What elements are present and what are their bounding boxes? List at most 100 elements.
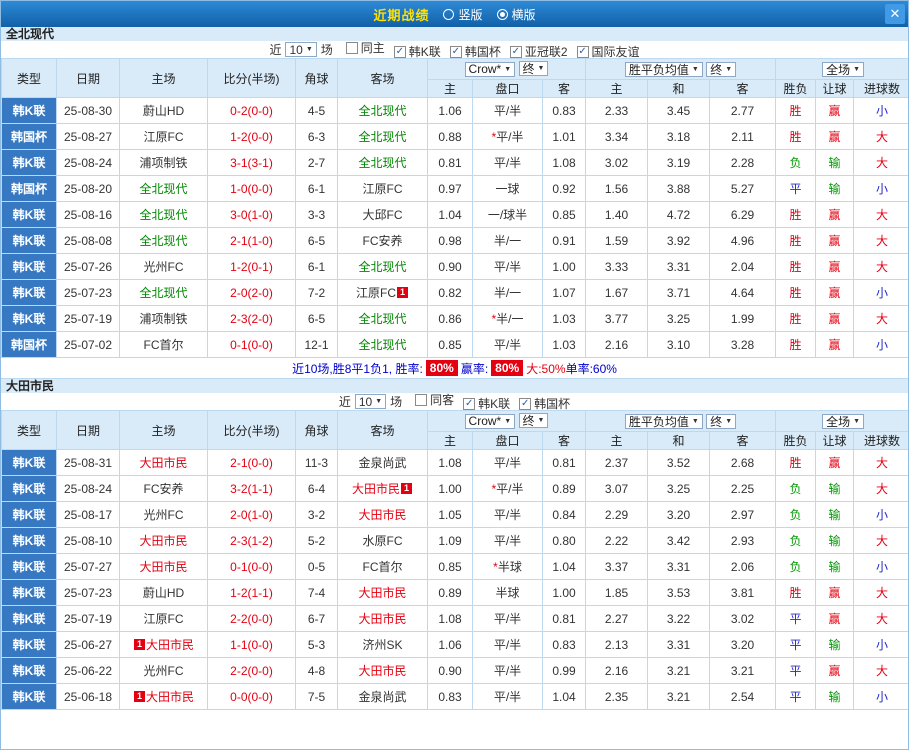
result-handicap-cell: 输 <box>815 527 855 554</box>
red-card-badge: 1 <box>133 639 145 650</box>
chevron-down-icon: ▼ <box>691 417 699 425</box>
radio-icon <box>443 8 455 20</box>
avg-type-select[interactable]: 胜平负均值 ▼ <box>624 61 703 77</box>
avg-type-select[interactable]: 胜平负均值 ▼ <box>624 413 703 429</box>
team-name[interactable]: FC安养 <box>363 234 403 248</box>
result-wdl-cell: 胜 <box>775 253 817 280</box>
checkbox-icon <box>345 41 358 54</box>
scope-select[interactable]: 全场 ▼ <box>822 61 865 77</box>
team-name[interactable]: 全北现代 <box>139 208 187 222</box>
score-cell: 1-2(0-1) <box>207 253 296 280</box>
team-name[interactable]: 大田市民 <box>139 560 187 574</box>
team-name[interactable]: 全北现代 <box>358 312 406 326</box>
team-name[interactable]: 全北现代 <box>358 156 406 170</box>
team-name[interactable]: 全北现代 <box>139 182 187 196</box>
avg-draw-cell: 3.19 <box>647 149 711 176</box>
match-count-select[interactable]: 10 ▼ <box>354 394 387 409</box>
avg-draw-cell: 4.72 <box>647 201 711 228</box>
odds-handicap-cell: 平/半 <box>472 631 543 658</box>
odds-away-cell: 1.00 <box>541 579 587 606</box>
team-name[interactable]: 全北现代 <box>139 234 187 248</box>
team-name[interactable]: 济州SK <box>362 638 402 652</box>
result-handicap-cell: 输 <box>815 631 855 658</box>
away-team-cell: 大田市民 <box>337 501 428 528</box>
team-name[interactable]: 大田市民 <box>139 456 187 470</box>
team-name[interactable]: 蔚山HD <box>143 586 184 600</box>
match-count-select[interactable]: 10 ▼ <box>285 42 317 57</box>
filter-checkbox[interactable]: ✓ 韩K联 <box>463 395 510 412</box>
team-name[interactable]: 全北现代 <box>139 286 187 300</box>
odds-home-cell: 0.82 <box>427 279 473 306</box>
team-name[interactable]: 大田市民 <box>358 508 406 522</box>
result-wdl-cell: 胜 <box>775 97 817 124</box>
team-name[interactable]: 大田市民 <box>358 612 406 626</box>
team-name[interactable]: 蔚山HD <box>143 104 184 118</box>
team-name[interactable]: 水原FC <box>363 534 403 548</box>
scope-select[interactable]: 全场 ▼ <box>822 413 865 429</box>
team-name[interactable]: 江原FC <box>356 286 396 300</box>
team-name[interactable]: 江原FC <box>363 182 403 196</box>
odds-stage-select[interactable]: 终 ▼ <box>518 61 549 77</box>
team-name[interactable]: 大田市民 <box>146 690 194 704</box>
result-wdl-cell: 负 <box>775 475 817 502</box>
col-avg-draw: 和 <box>647 79 711 98</box>
team-name[interactable]: 浦项制铁 <box>139 312 187 326</box>
match-row: 韩国杯 25-08-27 江原FC 1-2(0-0) 6-3 全北现代 0.88 *平/半 1.… <box>1 123 908 150</box>
team-name[interactable]: 江原FC <box>144 130 184 144</box>
team-name[interactable]: 大田市民 <box>139 534 187 548</box>
avg-draw-cell: 3.42 <box>647 527 711 554</box>
team-name[interactable]: 金泉尚武 <box>358 456 406 470</box>
team-name[interactable]: 江原FC <box>144 612 184 626</box>
team-name[interactable]: FC首尔 <box>144 338 184 352</box>
date-cell: 25-06-22 <box>56 657 120 684</box>
corner-cell: 5-3 <box>295 631 338 658</box>
home-team-cell: 江原FC <box>119 123 208 150</box>
filter-checkbox[interactable]: ✓ 国际友谊 <box>576 43 640 60</box>
filter-checkbox[interactable]: ✓ 亚冠联2 <box>509 43 568 60</box>
filter-checkbox[interactable]: ✓ 韩K联 <box>393 43 441 60</box>
avg-draw-cell: 3.10 <box>647 331 711 358</box>
team-name[interactable]: 光州FC <box>144 508 184 522</box>
team-name[interactable]: 全北现代 <box>358 130 406 144</box>
result-wdl-cell: 平 <box>775 657 817 684</box>
odds-handicap-cell: 平/半 <box>472 331 543 358</box>
filter-checkbox[interactable]: 同主 <box>345 39 385 56</box>
odds-away-cell: 0.89 <box>541 475 587 502</box>
odds-home-cell: 0.86 <box>427 305 473 332</box>
home-team-cell: 江原FC <box>119 605 208 632</box>
avg-away-cell: 2.68 <box>709 449 777 476</box>
result-wdl-cell: 平 <box>775 175 817 202</box>
layout-radio-horizontal[interactable]: 横版 <box>496 6 536 23</box>
away-team-cell: 金泉尚武 <box>337 449 428 476</box>
radio-label: 横版 <box>511 7 536 22</box>
team-name[interactable]: 光州FC <box>144 260 184 274</box>
odds-stage-select[interactable]: 终 ▼ <box>518 413 549 429</box>
avg-stage-select[interactable]: 终 ▼ <box>706 61 737 77</box>
team-name[interactable]: FC首尔 <box>363 560 403 574</box>
team-name[interactable]: 大田市民 <box>358 586 406 600</box>
result-goals-cell: 大 <box>853 201 908 228</box>
team-name[interactable]: 浦项制铁 <box>139 156 187 170</box>
team-name[interactable]: 大田市民 <box>146 638 194 652</box>
team-name[interactable]: 全北现代 <box>358 338 406 352</box>
team-name[interactable]: 全北现代 <box>358 260 406 274</box>
filter-checkbox[interactable]: ✓ 韩国杯 <box>519 395 570 412</box>
col-home: 主场 <box>119 58 208 98</box>
team-name[interactable]: 光州FC <box>144 664 184 678</box>
odds-source-select[interactable]: Crow* ▼ <box>464 61 516 77</box>
odds-away-cell: 1.00 <box>541 253 587 280</box>
team-name[interactable]: 大田市民 <box>358 664 406 678</box>
team-name[interactable]: FC安养 <box>144 482 184 496</box>
filter-checkbox[interactable]: ✓ 韩国杯 <box>449 43 501 60</box>
team-name[interactable]: 金泉尚武 <box>358 690 406 704</box>
layout-radio-vertical[interactable]: 竖版 <box>443 6 483 23</box>
close-icon[interactable]: ✕ <box>885 4 905 24</box>
odds-away-cell: 1.04 <box>541 683 587 710</box>
team-name[interactable]: 大田市民 <box>352 482 400 496</box>
team-name[interactable]: 大邱FC <box>363 208 403 222</box>
avg-stage-select[interactable]: 终 ▼ <box>706 413 737 429</box>
odds-source-select[interactable]: Crow* ▼ <box>464 413 516 429</box>
team-name[interactable]: 全北现代 <box>358 104 406 118</box>
filter-checkbox[interactable]: 同客 <box>415 391 454 408</box>
summary-prefix: 近10场,胜8平1负1, 胜率: <box>292 361 423 376</box>
